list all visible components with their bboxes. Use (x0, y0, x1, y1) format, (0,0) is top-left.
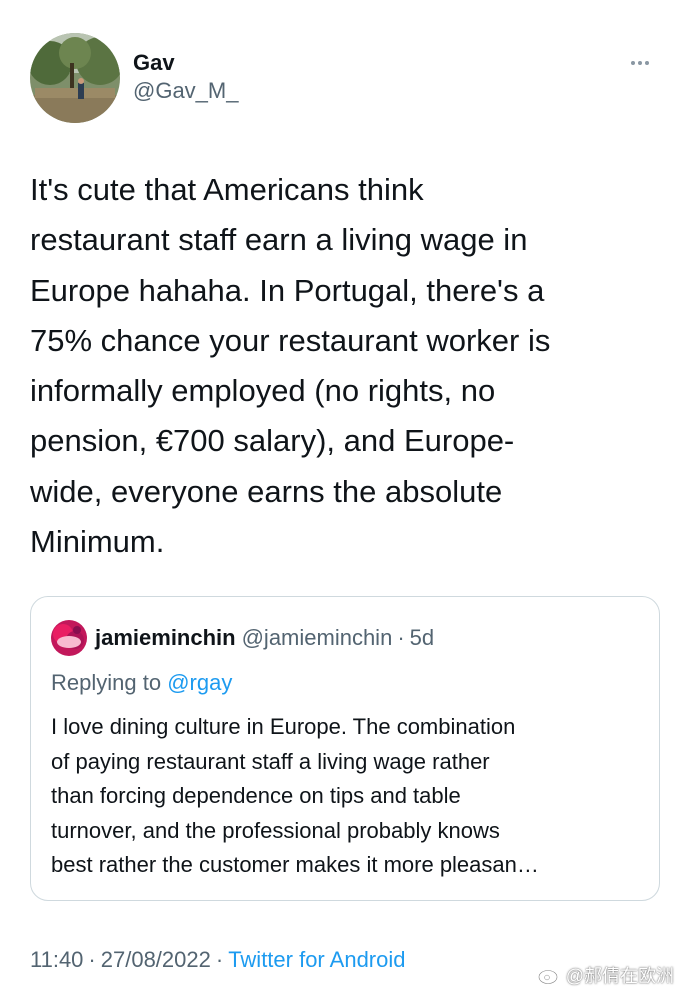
meta-separator: · (88, 947, 96, 972)
quoted-author-handle[interactable]: @jamieminchin (242, 625, 393, 651)
tweet-meta: 11:40 · 27/08/2022 · Twitter for Android (30, 945, 406, 975)
replying-to-line: Replying to @rgay (51, 668, 232, 698)
more-horizontal-icon-dot (638, 61, 642, 65)
replying-to-prefix: Replying to (51, 670, 162, 695)
tweet-date[interactable]: 27/08/2022 (101, 947, 211, 972)
more-horizontal-icon-dot (645, 61, 649, 65)
quoted-tweet-age[interactable]: 5d (410, 625, 434, 651)
quoted-tweet-header: jamieminchin @jamieminchin · 5d (51, 620, 434, 656)
author-display-name[interactable]: Gav (133, 49, 238, 77)
quoted-tweet-card[interactable]: jamieminchin @jamieminchin · 5d Replying… (30, 596, 660, 901)
quoted-tweet-text: I love dining culture in Europe. The com… (51, 714, 539, 877)
author-avatar[interactable] (30, 33, 120, 123)
tweet: Gav @Gav_M_ It's cute that Americans thi… (0, 0, 690, 995)
tweet-text: It's cute that Americans think restauran… (30, 172, 551, 560)
weibo-logo-icon (537, 967, 561, 985)
weibo-watermark: @郝倩在欧洲 (537, 962, 674, 988)
author-handle[interactable]: @Gav_M_ (133, 77, 238, 105)
tweet-header: Gav @Gav_M_ (30, 33, 660, 125)
quoted-separator: · (397, 625, 405, 650)
meta-separator: · (215, 947, 224, 972)
quoted-author-avatar[interactable] (51, 620, 87, 656)
replying-to-mention-link[interactable]: @rgay (167, 670, 232, 695)
more-horizontal-icon (631, 61, 635, 65)
quoted-author-display-name[interactable]: jamieminchin (95, 625, 236, 651)
tweet-time[interactable]: 11:40 (30, 947, 83, 972)
tweet-source-link[interactable]: Twitter for Android (228, 947, 405, 972)
watermark-text: @郝倩在欧洲 (565, 966, 674, 986)
more-options-button[interactable] (620, 51, 660, 75)
author-names: Gav @Gav_M_ (133, 49, 238, 105)
